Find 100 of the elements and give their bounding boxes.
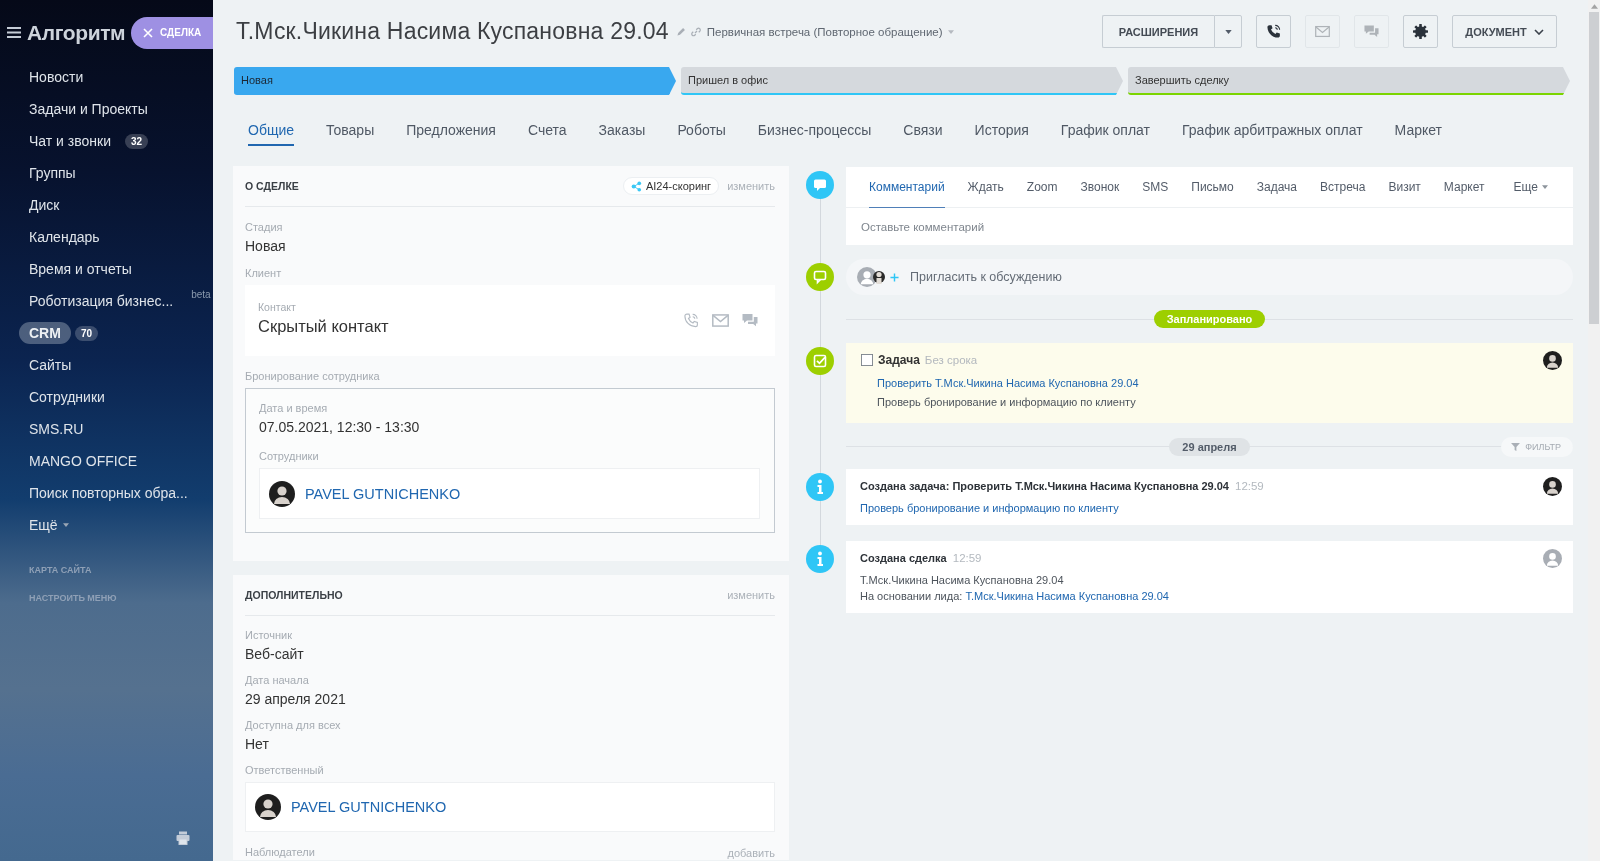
mail-icon	[1315, 24, 1330, 39]
section-title: ДОПОЛНИТЕЛЬНО	[245, 589, 343, 601]
menu-item[interactable]: MANGO OFFICE	[19, 450, 148, 472]
menu-item[interactable]: CRM	[19, 322, 71, 344]
menu-item[interactable]: Сайты	[19, 354, 82, 376]
event-text: Т.Мск.Чикина Насима Куспановна 29.04	[860, 573, 1065, 588]
tab[interactable]: Заказы	[598, 116, 646, 146]
menu-item[interactable]: Роботизация бизнес...	[19, 290, 184, 312]
menu-item[interactable]: Календарь	[19, 226, 110, 248]
tab[interactable]: График оплат	[1060, 116, 1150, 146]
chat-icon	[1364, 24, 1379, 39]
avatar-icon	[269, 480, 295, 507]
stage-step[interactable]: Новая	[234, 67, 676, 95]
event-title: Создана задача: Проверить Т.Мск.Чикина Насима Куспановна 29.04	[860, 480, 1229, 492]
tab[interactable]: Счета	[527, 116, 567, 146]
scroll-up-icon[interactable]	[1590, 4, 1598, 9]
document-button[interactable]: ДОКУМЕНТ	[1452, 15, 1557, 48]
phone-icon	[1266, 24, 1281, 39]
menu-item[interactable]: Новости	[19, 66, 94, 88]
deal-title: Т.Мск.Чикина Насима Куспановна 29.04	[236, 18, 669, 45]
tab[interactable]: Связи	[903, 116, 943, 146]
info-icon	[806, 545, 834, 573]
lead-basis-text: На основании лида: Т.Мск.Чикина Насима Куспановна 29.04	[860, 589, 1170, 604]
contact-name[interactable]: Скрытый контакт	[258, 316, 389, 337]
call-button[interactable]	[1256, 15, 1291, 48]
caret-icon	[62, 523, 69, 527]
tab[interactable]: История	[974, 116, 1029, 146]
field-label: Наблюдатели	[245, 845, 315, 860]
field-label: Клиент	[245, 266, 282, 281]
link-icon[interactable]	[690, 26, 701, 37]
tab[interactable]: График арбитражных оплат	[1182, 116, 1363, 146]
tab[interactable]: Zoom	[1026, 166, 1058, 208]
section-title: О СДЕЛКЕ	[245, 180, 299, 192]
menu-item[interactable]: Диск	[19, 194, 70, 216]
tab[interactable]: Маркет	[1394, 116, 1443, 146]
menu-item[interactable]: Поиск повторных обра...	[19, 482, 198, 504]
field-value: Нет	[245, 735, 269, 754]
tab[interactable]: Роботы	[677, 116, 726, 146]
contact-label: Контакт	[258, 300, 297, 314]
employee-link[interactable]: PAVEL GUTNICHENKO	[305, 485, 461, 502]
stage-step[interactable]: Завершить сделку	[1128, 67, 1570, 95]
invite-button[interactable]: Пригласить к обсуждению	[846, 259, 1573, 295]
field-label: Дата и время	[259, 401, 328, 416]
extensions-button[interactable]: РАСШИРЕНИЯ	[1102, 15, 1214, 48]
settings-icon	[1413, 24, 1428, 39]
tab[interactable]: Предложения	[406, 116, 496, 146]
tab[interactable]: Бизнес-процессы	[757, 116, 872, 146]
task-type: Задача	[878, 353, 920, 367]
menu-item[interactable]: Сотрудники	[19, 386, 115, 408]
chat-icon[interactable]	[742, 313, 758, 328]
planned-badge: Запланировано	[1153, 310, 1266, 328]
tab[interactable]: Ждать	[967, 166, 1004, 208]
task-checkbox[interactable]	[861, 354, 873, 366]
tab[interactable]: Встреча	[1320, 166, 1366, 208]
field-value: Новая	[245, 237, 286, 256]
tab[interactable]: SMS	[1142, 166, 1169, 208]
phone-icon[interactable]	[683, 313, 699, 328]
stage-step[interactable]: Пришел в офис	[681, 67, 1123, 95]
dropdown-button[interactable]	[1214, 15, 1242, 48]
caret-icon	[947, 29, 954, 34]
menu-item[interactable]: Задачи и Проекты	[19, 98, 158, 120]
mail-icon[interactable]	[712, 314, 729, 327]
counter-badge: 32	[125, 133, 149, 149]
field-value: 29 апреля 2021	[245, 690, 346, 709]
settings-button[interactable]	[1403, 15, 1438, 48]
date-badge: 29 апреля	[1169, 438, 1250, 456]
comment-icon	[806, 171, 834, 199]
menu-item[interactable]: SMS.RU	[19, 418, 94, 440]
printer-icon[interactable]	[176, 831, 190, 845]
task-description: Проверь бронирование и информацию по клиенту	[877, 395, 1137, 410]
scoring-button[interactable]: AI24-скоринг	[622, 177, 720, 195]
more-menu-item[interactable]: Ещё	[19, 514, 79, 536]
category-dropdown[interactable]: Первичная встреча (Повторное обращение)	[706, 25, 954, 38]
event-link[interactable]: Проверь бронирование и информацию по клиенту	[860, 500, 1562, 516]
tab[interactable]: Задача	[1256, 166, 1298, 208]
task-link[interactable]: Проверить Т.Мск.Чикина Насима Куспановна 29.04	[877, 374, 1562, 393]
tab[interactable]: Маркет	[1443, 166, 1485, 208]
pencil-icon[interactable]	[676, 27, 686, 36]
menu-item[interactable]: Группы	[19, 162, 86, 184]
tab[interactable]: Товары	[326, 116, 375, 146]
tab[interactable]: Звонок	[1080, 166, 1120, 208]
lead-link[interactable]: Т.Мск.Чикина Насима Куспановна 29.04	[965, 590, 1169, 602]
tab[interactable]: Визит	[1388, 166, 1421, 208]
scrollbar-thumb[interactable]	[1589, 12, 1599, 324]
menu-item[interactable]: Время и отчеты	[19, 258, 142, 280]
field-label: Ответственный	[245, 763, 324, 778]
filter-icon	[1511, 443, 1521, 451]
avatar-icon	[1543, 350, 1562, 370]
tab[interactable]: Комментарий	[869, 166, 945, 208]
responsible-link[interactable]: PAVEL GUTNICHENKO	[291, 799, 447, 815]
field-value: 07.05.2021, 12:30 - 13:30	[259, 418, 420, 437]
tab[interactable]: Общие	[248, 116, 295, 146]
more-tab[interactable]: Еще	[1513, 166, 1548, 208]
close-icon	[143, 27, 153, 38]
menu-item[interactable]: Чат и звонки	[19, 130, 121, 152]
avatar-icon	[255, 794, 281, 820]
caret-icon	[1542, 184, 1548, 189]
tab[interactable]: Письмо	[1191, 166, 1234, 208]
comment-input[interactable]: Оставьте комментарий	[846, 208, 1573, 245]
menu-icon[interactable]	[7, 27, 21, 38]
